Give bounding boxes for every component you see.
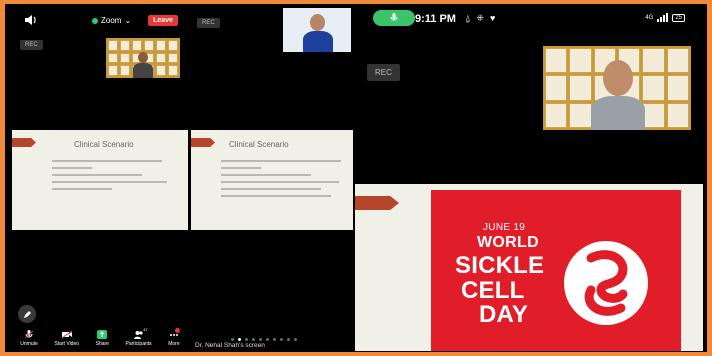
rec-badge: REC (367, 64, 400, 81)
world-sickle-cell-day-banner: JUNE 19 WORLD SICKLE CELL DAY (431, 190, 681, 351)
sickle-cell-logo-icon (564, 241, 648, 325)
zoom-meeting-panel-1: Zoom ⌄ Leave REC Clinical Scenario Unmut… (12, 6, 188, 351)
signal-icon (657, 13, 669, 22)
mic-icon (390, 13, 398, 21)
presenter-avatar (303, 14, 333, 52)
participant-avatar (132, 52, 154, 78)
shared-slide: Clinical Scenario (191, 130, 353, 230)
banner-line-1: WORLD (477, 234, 539, 251)
annotate-pen-button[interactable] (18, 305, 36, 323)
status-icons: ⍙ ⁜ ♥ (465, 13, 495, 24)
share-icon (97, 330, 108, 339)
connectivity-status: 4G 25 (645, 13, 685, 22)
participants-icon (133, 331, 143, 339)
mic-icon (24, 330, 34, 339)
battery-icon: 25 (672, 13, 685, 22)
rec-badge: REC (197, 18, 220, 28)
speaker-icon[interactable] (24, 14, 38, 26)
start-video-label: Start Video (54, 341, 80, 347)
participants-button[interactable]: 47 Participants (126, 327, 152, 351)
location-icon: ♥ (489, 13, 496, 23)
banner-date: JUNE 19 (483, 222, 526, 233)
meeting-topbar: Zoom ⌄ Leave (12, 6, 188, 32)
participants-count-badge: 47 (143, 327, 148, 332)
slide-bullets (52, 160, 172, 195)
shared-slide: JUNE 19 WORLD SICKLE CELL DAY (355, 184, 703, 351)
banner-line-2: SICKLE (455, 252, 545, 279)
more-notification-dot (174, 328, 180, 333)
start-video-button[interactable]: Start Video (54, 327, 79, 351)
more-label: More (168, 341, 180, 347)
slide-title: Clinical Scenario (74, 140, 134, 149)
zoom-label: Zoom (101, 16, 122, 25)
slide-arrow (12, 138, 36, 147)
zoom-meeting-panel-3: 9:11 PM ⍙ ⁜ ♥ 4G 25 REC JUNE 19 WORLD SI… (355, 6, 703, 351)
share-label: Share (95, 341, 109, 347)
mic-active-pill[interactable] (373, 10, 415, 26)
participant-video-thumbnail[interactable] (106, 38, 180, 78)
slide-arrow (191, 138, 215, 147)
slide-title: Clinical Scenario (229, 140, 289, 149)
chevron-down-icon: ⌄ (124, 16, 132, 25)
presenter-video-thumbnail[interactable] (543, 46, 691, 130)
meeting-title[interactable]: Zoom ⌄ (92, 16, 131, 25)
page-indicator (231, 338, 297, 341)
shared-slide: Clinical Scenario (12, 130, 188, 230)
slide-bullets (221, 160, 346, 202)
unmute-label: Unmute (20, 341, 38, 347)
share-button[interactable]: Share (96, 327, 109, 351)
rec-badge: REC (20, 40, 43, 50)
slide-arrow (355, 196, 399, 210)
network-label: 4G (645, 14, 654, 21)
presenter-video-thumbnail[interactable] (283, 8, 351, 52)
phone-status-bar: 9:11 PM ⍙ ⁜ ♥ 4G 25 (355, 6, 703, 28)
zoom-meeting-panel-2: REC Clinical Scenario Dr. Nehal Shah's s… (191, 6, 353, 351)
secure-dot-icon (92, 17, 98, 24)
leave-button[interactable]: Leave (148, 15, 178, 26)
alarm-icon: ⍙ (465, 13, 471, 23)
unmute-button[interactable]: Unmute (20, 327, 38, 351)
status-time: 9:11 PM (415, 13, 456, 25)
presenter-avatar (591, 60, 645, 130)
meeting-toolbar: Unmute Start Video Share 47 Participants… (12, 327, 188, 351)
video-icon (61, 330, 72, 339)
pen-icon (23, 310, 31, 318)
participants-label: Participants (125, 341, 152, 347)
screen-share-label: Dr. Nehal Shah's screen (195, 342, 265, 349)
apps-icon: ⁜ (476, 13, 484, 23)
more-button[interactable]: More (168, 327, 180, 351)
banner-line-4: DAY (479, 301, 529, 328)
